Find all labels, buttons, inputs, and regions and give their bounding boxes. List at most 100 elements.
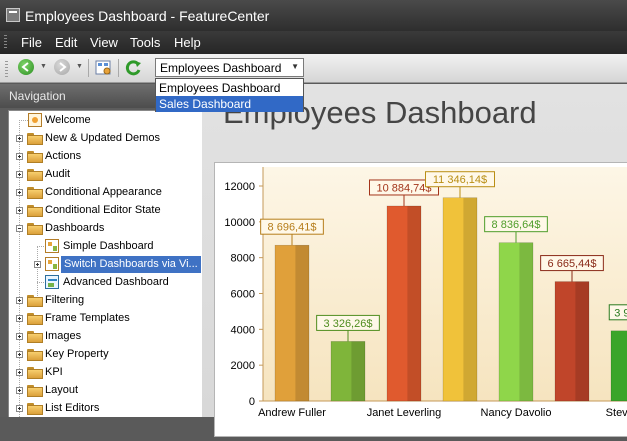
app-icon [6, 8, 20, 22]
y-tick-label: 8000 [231, 253, 255, 265]
folder-icon [27, 349, 43, 361]
tree-item-conditional-appearance[interactable]: Conditional Appearance [9, 184, 202, 202]
toolbar-separator [118, 59, 119, 77]
y-tick-label: 10000 [224, 217, 255, 229]
tree-item-label: Switch Dashboards via Vi... [61, 256, 201, 273]
back-button[interactable]: ▼ [18, 59, 48, 77]
expand-icon[interactable] [16, 153, 23, 160]
forward-arrow-icon [54, 59, 70, 75]
folder-icon [27, 385, 43, 397]
dropdown-option-employees-dashboard[interactable]: Employees Dashboard [156, 80, 303, 96]
navigation-header-label: Navigation [9, 89, 66, 103]
expand-icon[interactable] [16, 387, 23, 394]
x-tick-label: Andrew Fuller [258, 407, 326, 419]
forward-button[interactable]: ▼ [54, 59, 84, 77]
chart-bar [610, 330, 627, 402]
bar-chart[interactable]: 0 2000 4000 6000 8000 10000 12000 8 696,41$ 3 32… [215, 163, 627, 438]
expand-icon[interactable] [16, 315, 23, 322]
back-arrow-icon [18, 59, 34, 75]
menu-help[interactable]: Help [174, 35, 201, 50]
forward-dropdown-icon[interactable]: ▼ [76, 63, 83, 70]
x-tick-label: Steven B [606, 407, 627, 419]
tree-item-label: Conditional Appearance [45, 186, 162, 198]
navigation-tree[interactable]: Welcome New & Updated Demos Actions Audi… [8, 110, 202, 417]
dashboard-dropdown-list: Employees Dashboard Sales Dashboard [155, 78, 304, 112]
tree-item-new-updated-demos[interactable]: New & Updated Demos [9, 130, 202, 148]
expand-icon[interactable] [16, 297, 23, 304]
tree-item-label: Welcome [45, 114, 91, 126]
folder-icon [27, 367, 43, 379]
data-label: 11 346,14$ [433, 174, 487, 186]
tree-item-layout[interactable]: Layout [9, 382, 202, 400]
folder-icon [27, 331, 43, 343]
folder-icon [27, 205, 43, 217]
tree-item-simple-dashboard[interactable]: Simple Dashboard [9, 238, 202, 256]
expand-icon[interactable] [16, 333, 23, 340]
refresh-icon [125, 60, 141, 76]
tree-item-label: Key Property [45, 348, 109, 360]
tree-item-kpi[interactable]: KPI [9, 364, 202, 382]
expand-icon[interactable] [16, 171, 23, 178]
expand-icon[interactable] [16, 135, 23, 142]
back-dropdown-icon[interactable]: ▼ [40, 63, 47, 70]
tree-item-advanced-dashboard[interactable]: Advanced Dashboard [9, 274, 202, 292]
tree-item-label: List Editors [45, 402, 100, 414]
expand-icon[interactable] [16, 351, 23, 358]
folder-icon [27, 133, 43, 145]
expand-icon[interactable] [34, 261, 41, 268]
menu-tools[interactable]: Tools [130, 35, 160, 50]
chart-bar-shade [519, 242, 533, 401]
tree-item-welcome[interactable]: Welcome [9, 112, 202, 130]
expand-icon[interactable] [16, 189, 23, 196]
x-tick-label: Nancy Davolio [481, 407, 552, 419]
menu-edit[interactable]: Edit [55, 35, 77, 50]
window-title: Employees Dashboard - FeatureCenter [25, 8, 270, 24]
tree-item-label: Images [45, 330, 82, 342]
expand-icon[interactable] [16, 207, 23, 214]
tree-item-frame-templates[interactable]: Frame Templates [9, 310, 202, 328]
folder-icon [27, 169, 43, 181]
expand-icon[interactable] [16, 369, 23, 376]
folder-icon [27, 403, 43, 415]
tree-item-conditional-editor-state[interactable]: Conditional Editor State [9, 202, 202, 220]
dashboard-icon [45, 275, 59, 289]
tree-item-actions[interactable]: Actions [9, 148, 202, 166]
dropdown-option-sales-dashboard[interactable]: Sales Dashboard [156, 96, 303, 112]
y-tick-label: 0 [249, 396, 255, 408]
dashboard-icon [45, 239, 59, 253]
tree-item-label: Simple Dashboard [63, 240, 154, 252]
dashboard-selector-value: Employees Dashboard [160, 61, 282, 75]
tree-item-dashboards[interactable]: Dashboards [9, 220, 202, 238]
data-label: 3 918 [614, 307, 627, 319]
chart-bar-shade [407, 205, 421, 401]
tree-item-label: Frame Templates [45, 312, 130, 324]
tree-item-list-editors[interactable]: List Editors [9, 400, 202, 417]
chevron-down-icon[interactable]: ▼ [291, 62, 299, 71]
tree-item-filtering[interactable]: Filtering [9, 292, 202, 310]
refresh-button[interactable] [125, 59, 143, 77]
dashboard-selector[interactable]: Employees Dashboard ▼ [155, 58, 304, 77]
menu-view[interactable]: View [90, 35, 118, 50]
tree-item-label: Actions [45, 150, 82, 162]
data-label: 8 836,64$ [492, 219, 541, 231]
tree-item-audit[interactable]: Audit [9, 166, 202, 184]
menu-file[interactable]: File [21, 35, 42, 50]
toolbar-grip[interactable] [5, 61, 8, 77]
tree-line [37, 282, 45, 283]
collapse-icon[interactable] [16, 225, 23, 232]
tree-item-images[interactable]: Images [9, 328, 202, 346]
menu-grip[interactable] [4, 35, 7, 49]
folder-icon [27, 223, 43, 235]
folder-icon [27, 295, 43, 307]
dashboard-icon [45, 257, 59, 271]
tree-item-key-property[interactable]: Key Property [9, 346, 202, 364]
view-settings-button[interactable] [95, 59, 113, 77]
chart-bar-shade [575, 281, 589, 401]
data-label: 8 696,41$ [268, 222, 317, 234]
y-tick-label: 2000 [231, 360, 255, 372]
chart-bar-shade [295, 245, 309, 401]
toolbar: ▼ ▼ [0, 54, 627, 83]
tree-item-switch-dashboards[interactable]: Switch Dashboards via Vi... [9, 256, 202, 274]
expand-icon[interactable] [16, 405, 23, 412]
folder-icon [27, 187, 43, 199]
